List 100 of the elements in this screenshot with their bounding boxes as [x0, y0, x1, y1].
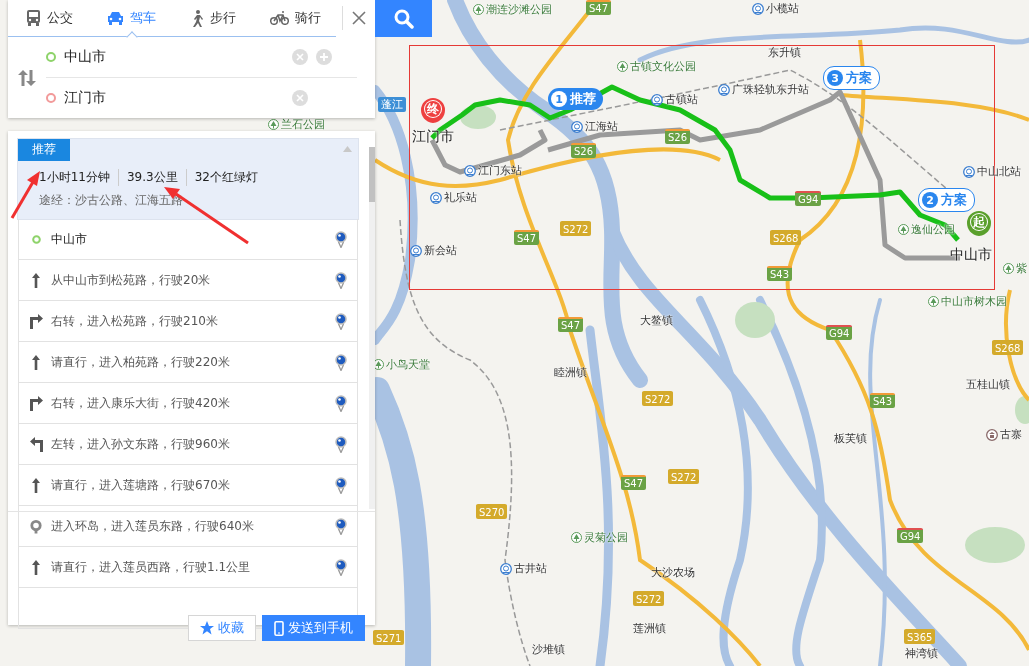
park-icon [617, 61, 628, 72]
road-shield: S272 [668, 469, 700, 484]
park-area [735, 302, 775, 338]
route-step[interactable]: 右转，进入松苑路，行驶210米 [18, 301, 358, 342]
favorite-button[interactable]: 收藏 [188, 615, 256, 641]
swap-icon[interactable] [18, 70, 36, 86]
place-label: 五桂山镇 [966, 377, 1010, 392]
place-label: 神湾镇 [905, 646, 938, 661]
recommended-tag: 推荐 [18, 139, 70, 161]
turn-left-icon [29, 436, 43, 452]
road-shield: S47 [621, 475, 647, 490]
park-icon [898, 224, 909, 235]
destination-dot-icon [46, 93, 56, 103]
road-shield: S272 [560, 221, 592, 236]
road-shield: S365 [904, 629, 936, 644]
station-icon [410, 244, 422, 257]
park-icon [473, 4, 484, 15]
route-step[interactable]: 中山市 [18, 219, 358, 260]
place-label: 莲洲镇 [633, 621, 666, 636]
route-step[interactable]: 左转，进入孙文东路，行驶960米 [18, 424, 358, 465]
road-shield: G94 [826, 325, 853, 340]
place-label: 古镇站 [665, 92, 698, 107]
road-shield: S47 [586, 0, 612, 15]
route-step[interactable]: 请直行，进入莲员西路，行驶1.1公里 [18, 547, 358, 588]
road-shield: S43 [870, 393, 896, 408]
mode-tab[interactable]: 公交 [8, 0, 90, 36]
place-label: 江海站 [585, 119, 618, 134]
location-pin-icon[interactable] [335, 271, 347, 289]
place-label: 紫 [1016, 261, 1027, 276]
mode-tab[interactable]: 步行 [172, 0, 254, 36]
road-shield: S272 [633, 591, 665, 606]
star-icon [200, 621, 214, 635]
bus-icon [25, 10, 41, 26]
straight-arrow-icon [32, 354, 40, 370]
station-icon [718, 83, 730, 96]
place-label: 小榄站 [766, 1, 799, 16]
park-area [965, 527, 1025, 563]
road-shield: G94 [897, 528, 924, 543]
place-label: 兰石公园 [281, 117, 325, 132]
park-area [460, 105, 496, 129]
route-option-bubble[interactable]: 3 方案 [823, 66, 880, 90]
car-icon [106, 11, 124, 25]
road-shield: S43 [767, 266, 793, 281]
station-icon [500, 562, 512, 575]
straight-arrow-icon [32, 477, 40, 493]
place-label: 潮连沙滩公园 [486, 2, 552, 17]
distance-text: 39.3公里 [117, 169, 186, 186]
station-icon [464, 164, 476, 177]
search-button[interactable] [375, 0, 432, 37]
place-label: 古井站 [514, 561, 547, 576]
place-label: 东升镇 [768, 45, 801, 60]
place-label: 大鳌镇 [640, 313, 673, 328]
road-shield: S47 [514, 230, 540, 245]
start-dot-icon [31, 234, 41, 244]
place-label: 蓬江 [378, 97, 406, 112]
route-step[interactable]: 右转，进入康乐大街，行驶420米 [18, 383, 358, 424]
station-icon [430, 191, 442, 204]
station-icon [651, 93, 663, 106]
bicycle-icon [269, 11, 289, 25]
location-pin-icon[interactable] [335, 517, 347, 535]
traffic-lights-text: 32个红绿灯 [185, 169, 266, 186]
origin-dot-icon [46, 52, 56, 62]
place-label: 新会站 [424, 243, 457, 258]
road-shield: S26 [571, 143, 597, 158]
location-pin-icon[interactable] [335, 394, 347, 412]
route-step[interactable]: 请直行，进入莲塘路，行驶670米 [18, 465, 358, 506]
location-pin-icon[interactable] [335, 312, 347, 330]
mode-tab[interactable]: 骑行 [254, 0, 336, 36]
search-icon [393, 8, 414, 29]
location-pin-icon[interactable] [335, 476, 347, 494]
origin-field[interactable]: 中山市 [64, 49, 284, 65]
send-to-phone-button[interactable]: 发送到手机 [262, 615, 365, 641]
location-pin-icon[interactable] [335, 353, 347, 371]
place-label: 广珠轻轨东升站 [732, 82, 809, 97]
park-icon [928, 296, 939, 307]
road-shield: S26 [665, 129, 691, 144]
station-icon [963, 165, 975, 178]
place-label: 小鸟天堂 [386, 357, 430, 372]
turn-right-icon [29, 313, 43, 329]
route-step[interactable]: 从中山市到松苑路，行驶20米 [18, 260, 358, 301]
route-option-bubble[interactable]: 2 方案 [918, 188, 975, 212]
walking-person-icon [190, 9, 204, 27]
place-label: 江门东站 [478, 163, 522, 178]
location-pin-icon[interactable] [335, 435, 347, 453]
location-pin-icon[interactable] [335, 558, 347, 576]
route-step[interactable]: 请直行，进入柏苑路，行驶220米 [18, 342, 358, 383]
scrollbar-thumb[interactable] [369, 147, 375, 202]
destination-field[interactable]: 江门市 [64, 90, 284, 106]
place-label: 古寨 [1000, 427, 1022, 442]
place-label: 礼乐站 [444, 190, 477, 205]
station-icon [571, 120, 583, 133]
park-icon [1003, 263, 1014, 274]
park-icon [571, 532, 582, 543]
route-option-bubble[interactable]: 1 推荐 [548, 88, 603, 110]
location-pin-icon[interactable] [335, 230, 347, 248]
place-label: 板芙镇 [834, 431, 867, 446]
road-shield: S270 [476, 504, 508, 519]
road-shield: G94 [795, 191, 822, 206]
annotation-arrow [10, 171, 40, 219]
park-area [1015, 396, 1029, 424]
